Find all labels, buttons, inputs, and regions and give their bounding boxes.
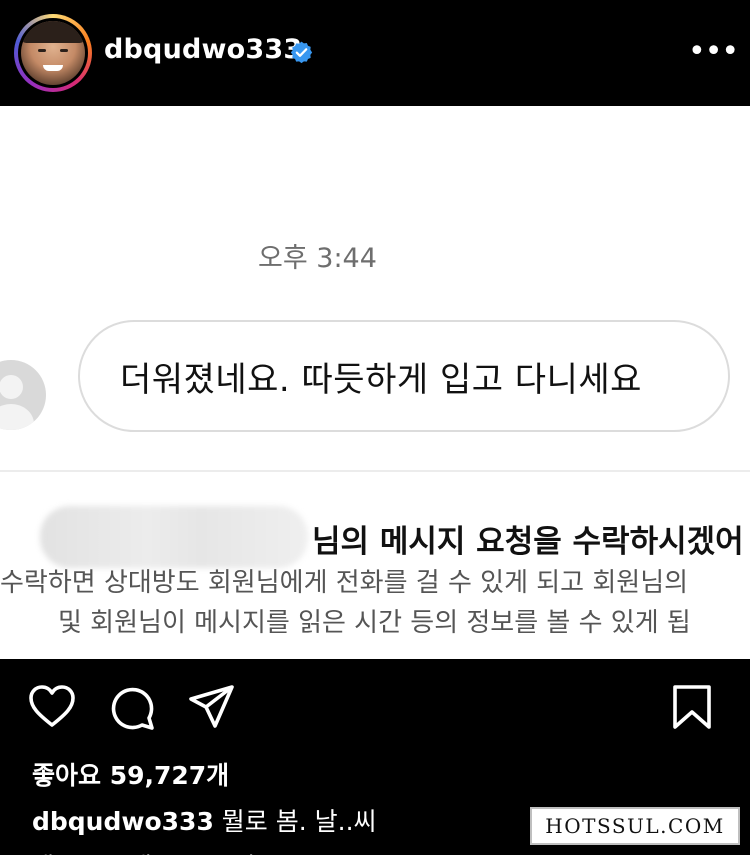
comment-icon[interactable]: [108, 684, 156, 732]
avatar[interactable]: [14, 14, 92, 92]
divider: [0, 470, 750, 472]
post-image[interactable]: 오후 3:44 더워졌네요. 따듯하게 입고 다니세요 님의 메시지 요청을 수…: [0, 106, 750, 659]
caption-text: 뭘로 봄. 날..씨: [213, 807, 377, 836]
username[interactable]: dbqudwo333: [104, 34, 302, 65]
verified-badge-icon: [290, 41, 313, 64]
blurred-sender-name: [40, 506, 308, 568]
request-description-line2: 및 회원님이 메시지를 읽은 시간 등의 정보를 볼 수 있게 됩: [58, 608, 691, 638]
caption: dbqudwo333 뭘로 봄. 날..씨: [32, 802, 377, 838]
heart-icon[interactable]: [28, 684, 76, 728]
sender-avatar-icon: [0, 360, 46, 430]
request-description-line1: 수락하면 상대방도 회원님에게 전화를 걸 수 있게 되고 회원님의: [0, 568, 689, 598]
watermark: HOTSSUL.COM: [530, 807, 740, 845]
message-bubble: 더워졌네요. 따듯하게 입고 다니세요: [78, 320, 730, 432]
profile-photo: [21, 21, 85, 85]
message-timestamp: 오후 3:44: [258, 243, 377, 274]
post-header: dbqudwo333 •••: [0, 0, 750, 106]
bookmark-icon[interactable]: [672, 684, 712, 730]
more-horizontal-icon[interactable]: •••: [688, 37, 739, 67]
view-comments-link[interactable]: 댓글 247개 모두 보기: [32, 846, 255, 855]
message-text: 더워졌네요. 따듯하게 입고 다니세요: [120, 359, 642, 400]
watermark-text: HOTSSUL.COM: [545, 814, 725, 838]
share-icon[interactable]: [188, 684, 236, 730]
request-title: 님의 메시지 요청을 수락하시겠어: [312, 524, 744, 560]
caption-username[interactable]: dbqudwo333: [32, 807, 214, 836]
likes-count[interactable]: 좋아요 59,727개: [32, 756, 229, 792]
